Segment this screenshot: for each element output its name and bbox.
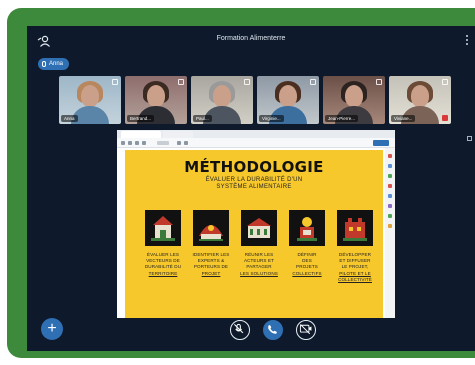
slide-subtitle: ÉVALUER LA DURABILITÉ D'UN SYSTÈME ALIME… [125, 177, 383, 191]
expand-icon[interactable] [178, 79, 184, 85]
side-expand-icon[interactable] [467, 136, 472, 141]
expand-icon[interactable] [112, 79, 118, 85]
toolbar-icon[interactable] [184, 141, 188, 145]
participant-name: Paul... [193, 115, 212, 122]
muted-icon [442, 115, 448, 121]
expand-icon[interactable] [244, 79, 250, 85]
participant-name: Virginie... [259, 115, 284, 122]
video-call-window: Formation Alimenterre Anna Anna Bertrand… [27, 26, 475, 351]
toolbar-icon[interactable] [177, 141, 181, 145]
step-caption: DÉFINIR DES PROJETS COLLECTIFS [285, 252, 329, 277]
presentation-slide: MÉTHODOLOGIE ÉVALUER LA DURABILITÉ D'UN … [125, 150, 383, 318]
slide-title: MÉTHODOLOGIE [184, 158, 324, 176]
microphone-icon [42, 61, 46, 67]
participant-name: Jean-Pierre... [325, 115, 359, 122]
expand-icon[interactable] [310, 79, 316, 85]
participant-tile[interactable]: Jean-Pierre... [323, 76, 385, 124]
community-icon [337, 210, 373, 246]
active-speaker-name: Anna [49, 61, 64, 67]
step-keyword: LES SOLUTIONS [240, 270, 278, 276]
method-step: ÉVALUER LES VECTEURS DE DURABILITÉ DU TE… [141, 210, 185, 277]
expand-icon[interactable] [442, 79, 448, 85]
shared-screen: MÉTHODOLOGIE ÉVALUER LA DURABILITÉ D'UN … [117, 130, 395, 318]
projects-icon [289, 210, 325, 246]
step-caption: IDENTIFIER LES EXPERTS & PORTEURS DE PRO… [189, 252, 233, 277]
browser-tab[interactable] [163, 131, 193, 138]
participant-tile[interactable]: Paul... [191, 76, 253, 124]
participant-name: Anna [61, 115, 78, 122]
step-keyword: COLLECTIFS [292, 270, 322, 276]
step-keyword: PILOTE ET LE COLLECTIVITÉ [338, 270, 372, 282]
toolbar-icon[interactable] [128, 141, 132, 145]
tool-icon[interactable] [388, 194, 392, 198]
tool-icon[interactable] [388, 204, 392, 208]
tool-icon[interactable] [388, 184, 392, 188]
step-keyword: PROJET [201, 270, 221, 276]
step-caption: ÉVALUER LES VECTEURS DE DURABILITÉ DU TE… [141, 252, 185, 277]
tool-icon[interactable] [388, 154, 392, 158]
toolbar-icon[interactable] [135, 141, 139, 145]
page-number-box[interactable] [157, 141, 169, 145]
method-step: IDENTIFIER LES EXPERTS & PORTEURS DE PRO… [189, 210, 233, 277]
territory-icon [145, 210, 181, 246]
participant-name: Viviane... [391, 115, 416, 122]
pdf-tools-sidebar [385, 148, 395, 318]
participant-name: Bertrand... [127, 115, 155, 122]
experts-icon [193, 210, 229, 246]
method-step: DÉVELOPPER ET DIFFUSER LE PROJET, PILOTE… [333, 210, 377, 283]
slide-subtitle-line: SYSTÈME ALIMENTAIRE [216, 184, 292, 190]
screen-share-icon[interactable] [296, 320, 316, 340]
toolbar-icon[interactable] [142, 141, 146, 145]
pdf-toolbar [117, 138, 395, 148]
step-caption: RÉUNIR LES ACTEURS ET PARTAGER LES SOLUT… [237, 252, 281, 277]
call-controls: + [27, 316, 475, 351]
phone-icon[interactable] [263, 320, 283, 340]
plus-icon[interactable]: + [41, 318, 63, 340]
microphone-muted-icon[interactable] [230, 320, 250, 340]
tool-icon[interactable] [388, 164, 392, 168]
participant-tile[interactable]: Anna [59, 76, 121, 124]
toolbar-icon[interactable] [121, 141, 125, 145]
method-step: DÉFINIR DES PROJETS COLLECTIFS [285, 210, 329, 277]
meeting-title: Formation Alimenterre [216, 35, 286, 42]
participant-tile[interactable]: Bertrand... [125, 76, 187, 124]
browser-tab[interactable] [121, 131, 161, 138]
tool-icon[interactable] [388, 214, 392, 218]
step-keyword: TERRITOIRE [148, 270, 178, 276]
share-button[interactable] [373, 140, 389, 146]
expand-icon[interactable] [376, 79, 382, 85]
method-step: RÉUNIR LES ACTEURS ET PARTAGER LES SOLUT… [237, 210, 281, 277]
participant-tile[interactable]: Viviane... [389, 76, 451, 124]
gathering-icon [241, 210, 277, 246]
browser-tab-bar [117, 130, 395, 138]
top-bar: Formation Alimenterre [27, 26, 475, 56]
slide-subtitle-line: ÉVALUER LA DURABILITÉ D'UN [205, 177, 303, 183]
active-speaker-badge: Anna [38, 58, 70, 70]
tool-icon[interactable] [388, 174, 392, 178]
participant-tile[interactable]: Virginie... [257, 76, 319, 124]
more-vertical-icon[interactable] [465, 35, 469, 47]
tool-icon[interactable] [388, 224, 392, 228]
step-caption: DÉVELOPPER ET DIFFUSER LE PROJET, PILOTE… [333, 252, 377, 283]
